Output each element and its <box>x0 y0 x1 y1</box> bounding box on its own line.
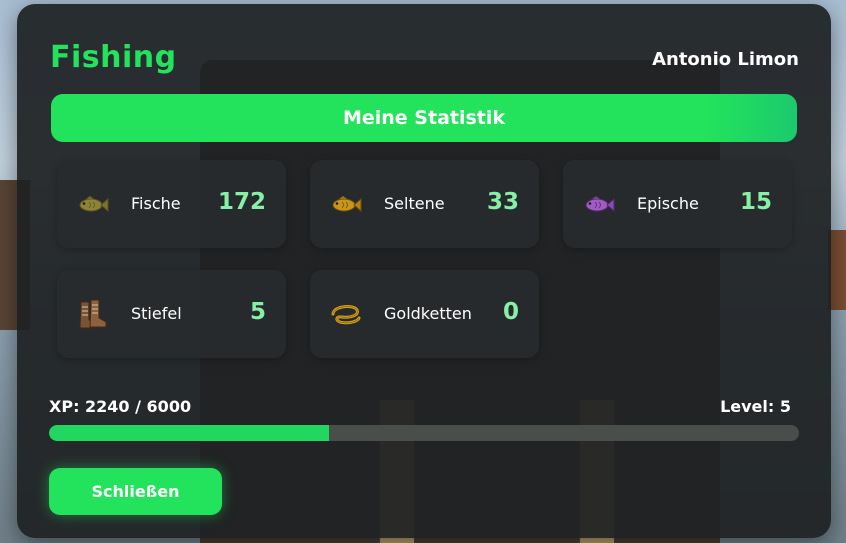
boots-icon <box>75 296 111 332</box>
stat-label-boots: Stiefel <box>131 304 182 323</box>
stat-card-rare: Seltene 33 <box>310 160 539 248</box>
stats-section-title: Meine Statistik <box>342 107 506 129</box>
stat-card-fish: Fische 172 <box>57 160 286 248</box>
stat-card-epic: Epische 15 <box>563 160 792 248</box>
stats-section-header: Meine Statistik <box>51 94 797 142</box>
epic-fish-icon <box>581 186 617 222</box>
stat-label-gold-chains: Goldketten <box>384 304 472 323</box>
stat-value-fish: 172 <box>217 189 266 215</box>
close-button[interactable]: Schließen <box>49 468 222 515</box>
stat-label-fish: Fische <box>131 194 181 213</box>
stat-card-boots: Stiefel 5 <box>57 270 286 358</box>
stat-value-boots: 5 <box>249 299 266 325</box>
rare-fish-icon <box>328 186 364 222</box>
stat-card-gold-chains: Goldketten 0 <box>310 270 539 358</box>
stat-label-epic: Epische <box>637 194 699 213</box>
level-label: Level: 5 <box>720 397 791 416</box>
fishing-stats-panel: Fishing Antonio Limon Meine Statistik Fi… <box>17 4 831 538</box>
stat-value-rare: 33 <box>486 189 519 215</box>
xp-progress-bar <box>49 425 799 441</box>
stat-value-gold-chains: 0 <box>502 299 519 325</box>
app-title: Fishing <box>50 40 177 75</box>
xp-label: XP: 2240 / 6000 <box>49 397 192 416</box>
xp-progress-fill <box>49 425 329 441</box>
gold-chain-icon <box>328 296 364 332</box>
player-name: Antonio Limon <box>652 49 799 70</box>
stat-value-epic: 15 <box>739 189 772 215</box>
fish-icon <box>75 186 111 222</box>
stat-label-rare: Seltene <box>384 194 445 213</box>
